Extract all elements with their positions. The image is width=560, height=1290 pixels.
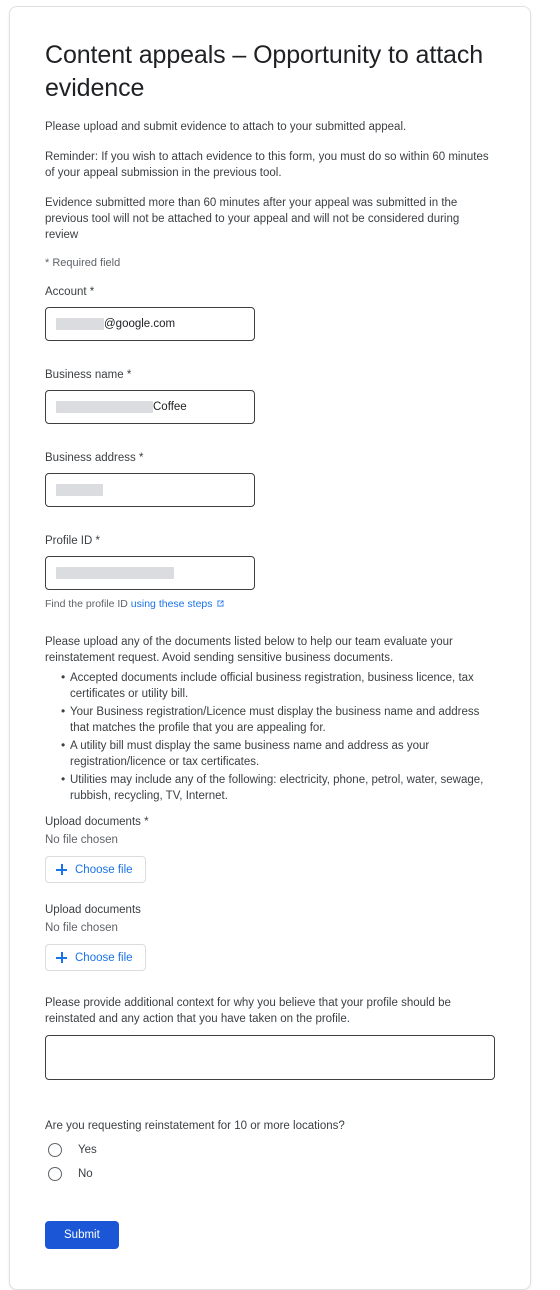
business-name-input[interactable]: Coffee — [45, 390, 255, 424]
external-link-icon — [216, 599, 225, 608]
profile-id-helper: Find the profile ID using these steps — [45, 597, 495, 612]
radio-circle-icon — [48, 1167, 62, 1181]
upload-status-secondary: No file chosen — [45, 922, 118, 934]
account-input[interactable]: @google.com — [45, 307, 255, 341]
radio-label-no: No — [78, 1168, 93, 1180]
list-item: Utilities may include any of the followi… — [61, 771, 495, 804]
context-label: Please provide additional context for wh… — [45, 997, 451, 1025]
upload-block-primary: Upload documents * No file chosen Choose… — [45, 814, 495, 883]
choose-file-button-primary[interactable]: Choose file — [45, 856, 146, 883]
page-title: Content appeals – Opportunity to attach … — [45, 41, 484, 102]
business-address-input[interactable] — [45, 473, 255, 507]
field-business-address: Business address * — [45, 450, 495, 507]
radio-option-yes[interactable]: Yes — [45, 1143, 495, 1157]
business-name-label: Business name * — [45, 369, 132, 381]
profile-id-label: Profile ID * — [45, 535, 100, 547]
warning-text: Evidence submitted more than 60 minutes … — [45, 197, 460, 241]
required-field-note: * Required field — [45, 257, 121, 269]
redaction-block-business-address — [56, 484, 103, 496]
form-card: Content appeals – Opportunity to attach … — [9, 6, 531, 1290]
business-name-value-suffix: Coffee — [153, 401, 187, 413]
choose-file-label-primary: Choose file — [75, 863, 133, 876]
field-profile-id: Profile ID * Find the profile ID using t… — [45, 533, 495, 612]
using-these-steps-link[interactable]: using these steps — [131, 598, 213, 610]
context-textarea[interactable] — [45, 1035, 495, 1080]
plus-icon — [56, 952, 67, 963]
profile-id-input[interactable] — [45, 556, 255, 590]
field-account: Account * @google.com — [45, 284, 495, 341]
profile-id-helper-prefix: Find the profile ID — [45, 598, 131, 610]
redaction-block-business-name — [56, 401, 153, 413]
choose-file-label-secondary: Choose file — [75, 951, 133, 964]
upload-block-secondary: Upload documents No file chosen Choose f… — [45, 902, 495, 971]
field-business-name: Business name * Coffee — [45, 367, 495, 424]
account-value-suffix: @google.com — [104, 318, 176, 330]
list-item: A utility bill must display the same bus… — [61, 737, 495, 770]
upload-label-primary: Upload documents * — [45, 816, 149, 828]
locations-question-label: Are you requesting reinstatement for 10 … — [45, 1120, 345, 1132]
list-item: Accepted documents include official busi… — [61, 669, 495, 702]
list-item: Your Business registration/Licence must … — [61, 703, 495, 736]
documents-intro: Please upload any of the documents liste… — [45, 636, 453, 664]
choose-file-button-secondary[interactable]: Choose file — [45, 944, 146, 971]
submit-button[interactable]: Submit — [45, 1221, 119, 1249]
plus-icon — [56, 864, 67, 875]
documents-bullet-list: Accepted documents include official busi… — [45, 669, 495, 804]
radio-option-no[interactable]: No — [45, 1167, 495, 1181]
business-address-label: Business address * — [45, 452, 144, 464]
redaction-block-profile-id — [56, 567, 174, 579]
account-label: Account * — [45, 286, 95, 298]
intro-text: Please upload and submit evidence to att… — [45, 121, 407, 133]
radio-circle-icon — [48, 1143, 62, 1157]
reminder-text: Reminder: If you wish to attach evidence… — [45, 151, 489, 179]
upload-label-secondary: Upload documents — [45, 904, 141, 916]
upload-status-primary: No file chosen — [45, 834, 118, 846]
redaction-block-account — [56, 318, 104, 330]
radio-label-yes: Yes — [78, 1144, 97, 1156]
